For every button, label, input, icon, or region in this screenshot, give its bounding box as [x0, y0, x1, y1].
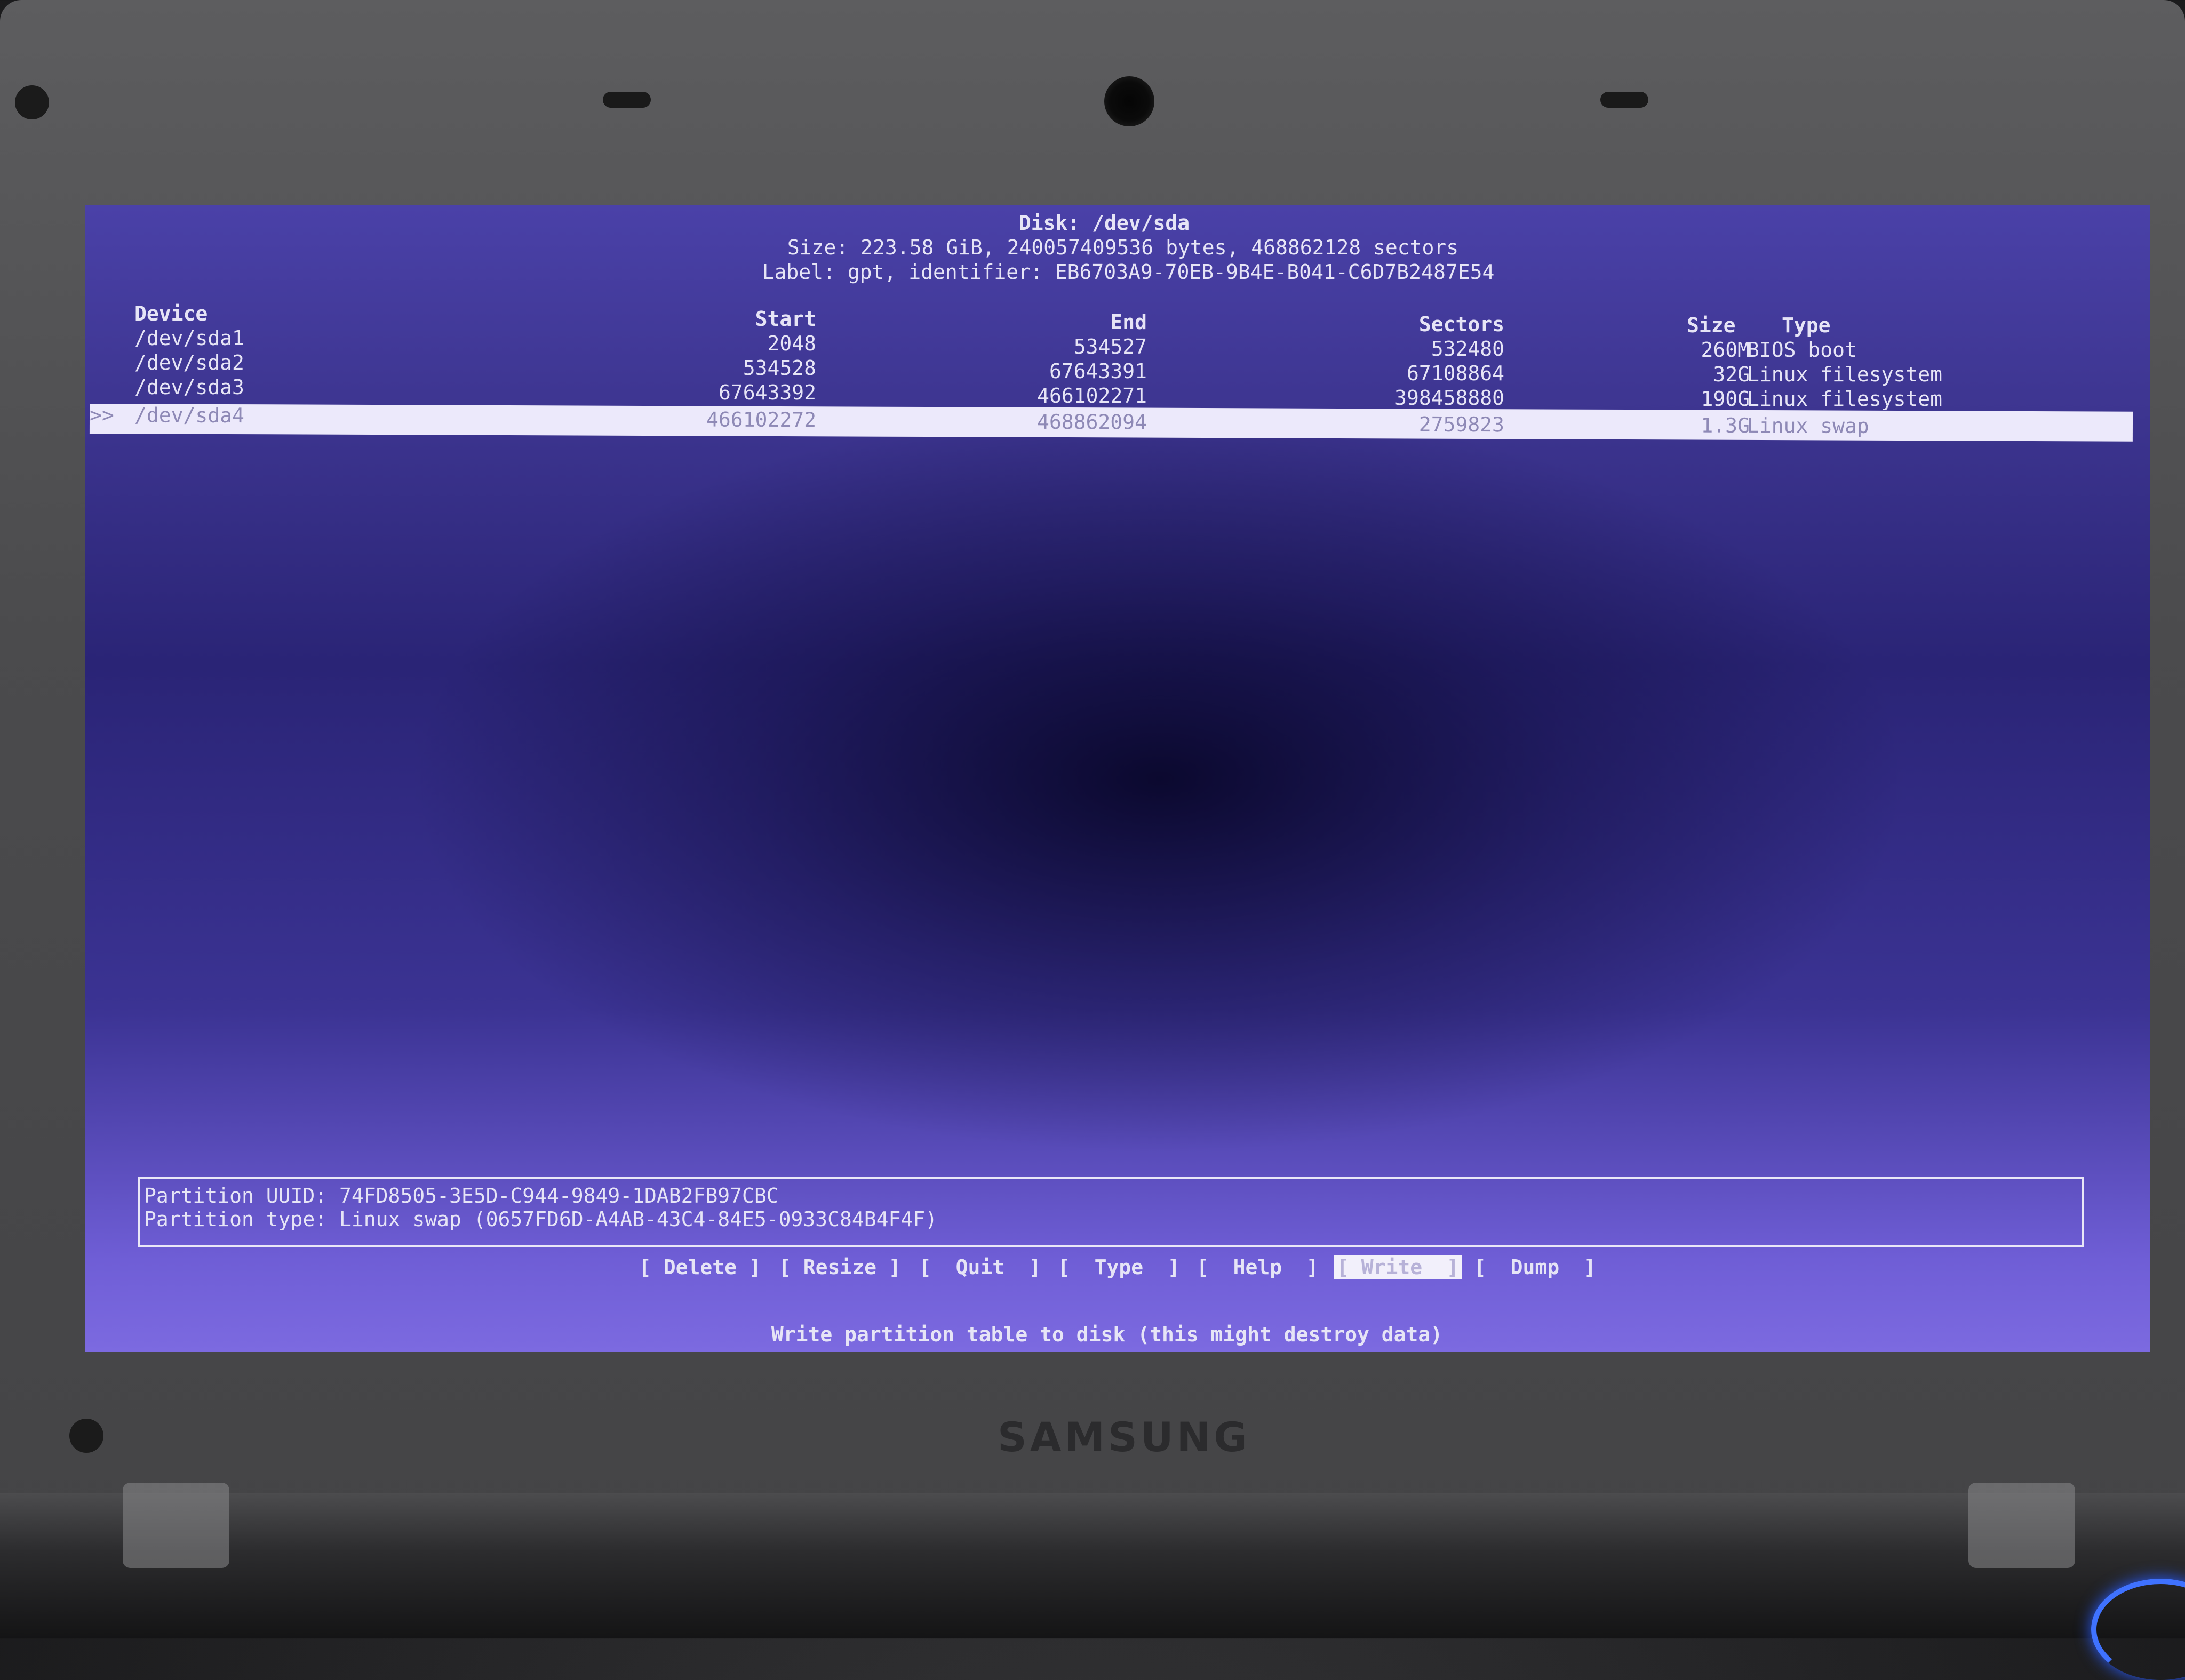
partition-info-box: Partition UUID: 74FD8505-3E5D-C944-9849-… [138, 1177, 2084, 1247]
row-sectors: 67108864 [1406, 362, 1504, 385]
row-device: /dev/sda1 [134, 326, 244, 350]
row-start: 466102272 [706, 407, 817, 432]
row-device: /dev/sda2 [134, 351, 244, 374]
row-size: 32G [1713, 363, 1750, 386]
column-header-sectors: Sectors [1418, 313, 1504, 336]
row-end: 466102271 [1037, 384, 1147, 407]
disk-title: Disk: /dev/sda [1018, 211, 1190, 235]
help-button[interactable]: [ Help ] [1197, 1255, 1319, 1279]
quit-button[interactable]: [ Quit ] [919, 1255, 1041, 1279]
row-start: 67643392 [718, 381, 816, 404]
delete-button[interactable]: [ Delete ] [639, 1255, 761, 1279]
dump-button[interactable]: [ Dump ] [1474, 1255, 1596, 1279]
row-type: Linux swap [1747, 413, 1869, 438]
row-end: 534527 [1073, 335, 1147, 358]
row-sectors: 398458880 [1394, 386, 1504, 410]
bezel-sensor [603, 92, 651, 108]
row-sectors: 532480 [1431, 337, 1504, 361]
right-hinge [1968, 1483, 2075, 1568]
bezel-sensor [1600, 92, 1648, 108]
resize-button[interactable]: [ Resize ] [779, 1255, 901, 1279]
column-header-end: End [1110, 310, 1147, 334]
column-header-type: Type [1782, 314, 1831, 337]
row-device: /dev/sda3 [134, 375, 244, 399]
left-hinge [123, 1483, 229, 1568]
partition-type: Partition type: Linux swap (0657FD6D-A4A… [144, 1207, 938, 1231]
write-button[interactable]: [ Write ] [1334, 1255, 1462, 1279]
laptop-base [0, 1493, 2185, 1638]
column-header-device: Device [134, 302, 208, 325]
row-size: 190G [1701, 387, 1750, 411]
row-end: 67643391 [1049, 359, 1147, 383]
status-message: Write partition table to disk (this migh… [771, 1323, 1443, 1346]
row-start: 2048 [767, 332, 816, 355]
brand-logo: SAMSUNG [998, 1413, 1250, 1461]
row-sectors: 2759823 [1418, 412, 1505, 437]
row-type: BIOS boot [1747, 338, 1857, 362]
disk-label-line: Label: gpt, identifier: EB6703A9-70EB-9B… [762, 260, 1495, 284]
column-header-start: Start [755, 307, 816, 331]
bezel-screw [69, 1419, 103, 1453]
terminal-screen: Disk: /dev/sda Size: 223.58 GiB, 2400574… [85, 205, 2150, 1352]
selection-marker: >> [89, 403, 114, 427]
disk-size-line: Size: 223.58 GiB, 240057409536 bytes, 46… [787, 236, 1459, 259]
row-size: 260M [1701, 338, 1750, 362]
row-type: Linux filesystem [1747, 387, 1943, 411]
type-button[interactable]: [ Type ] [1058, 1255, 1180, 1279]
row-size: 1.3G [1701, 413, 1750, 437]
row-type: Linux filesystem [1747, 363, 1943, 386]
bezel-screw [15, 85, 49, 119]
row-device: /dev/sda4 [134, 403, 245, 428]
partition-uuid: Partition UUID: 74FD8505-3E5D-C944-9849-… [144, 1184, 779, 1207]
webcam-icon [1104, 76, 1154, 126]
row-start: 534528 [743, 356, 816, 380]
row-end: 468862094 [1037, 410, 1147, 434]
column-header-size: Size [1687, 314, 1736, 337]
